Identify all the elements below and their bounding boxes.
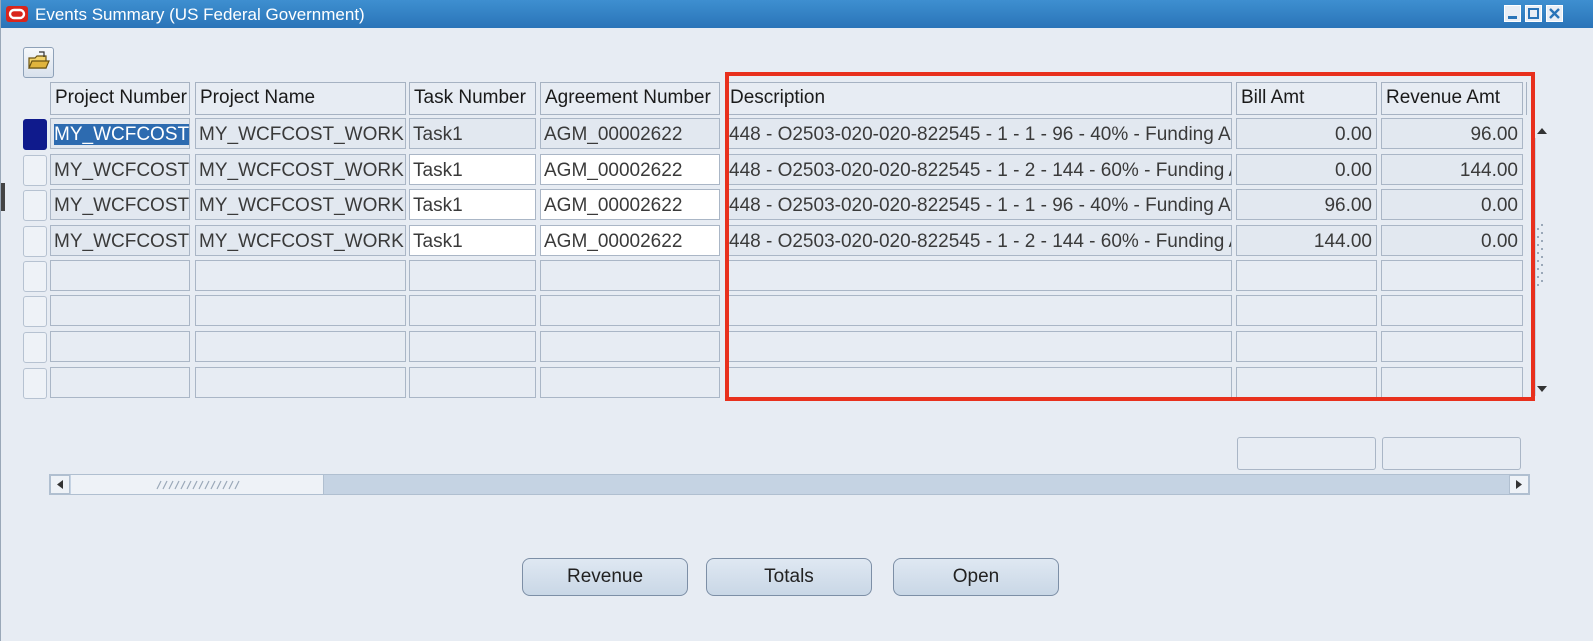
project-name-cell[interactable]: MY_WCFCOST_WORK bbox=[195, 225, 406, 256]
project-number-cell[interactable] bbox=[50, 331, 190, 362]
col-header-task-number[interactable]: Task Number bbox=[409, 82, 536, 115]
task-number-cell[interactable] bbox=[409, 367, 536, 398]
row-selector[interactable] bbox=[23, 332, 47, 363]
revenue-amt-cell[interactable] bbox=[1381, 331, 1523, 362]
revenue-amt-cell[interactable] bbox=[1381, 367, 1523, 398]
row-selector[interactable] bbox=[23, 296, 47, 327]
revenue-amt-total-field[interactable] bbox=[1382, 437, 1521, 470]
window-title: Events Summary (US Federal Government) bbox=[35, 5, 365, 24]
project-number-cell[interactable]: MY_WCFCOST bbox=[50, 154, 190, 185]
col-header-project-name[interactable]: Project Name bbox=[195, 82, 406, 115]
project-name-cell[interactable]: MY_WCFCOST_WORK bbox=[195, 189, 406, 220]
bill-amt-cell[interactable]: 0.00 bbox=[1236, 118, 1377, 149]
agreement-number-cell[interactable] bbox=[540, 260, 720, 291]
scroll-left-icon[interactable] bbox=[50, 475, 70, 494]
project-name-cell[interactable] bbox=[195, 367, 406, 398]
bill-amt-cell[interactable]: 144.00 bbox=[1236, 225, 1377, 256]
bill-amt-cell[interactable] bbox=[1236, 295, 1377, 326]
oracle-icon bbox=[6, 6, 28, 22]
description-cell[interactable]: 448 - O2503-020-020-822545 - 1 - 2 - 144… bbox=[725, 154, 1232, 185]
project-number-cell[interactable]: MY_WCFCOST bbox=[50, 189, 190, 220]
project-name-cell[interactable] bbox=[195, 260, 406, 291]
revenue-amt-cell[interactable]: 144.00 bbox=[1381, 154, 1523, 185]
totals-button[interactable]: Totals bbox=[706, 558, 872, 596]
col-header-revenue-amt[interactable]: Revenue Amt bbox=[1381, 82, 1523, 115]
description-cell[interactable] bbox=[725, 260, 1232, 291]
project-number-cell[interactable] bbox=[50, 260, 190, 291]
revenue-amt-cell[interactable] bbox=[1381, 295, 1523, 326]
description-cell[interactable] bbox=[725, 295, 1232, 326]
bill-amt-cell[interactable] bbox=[1236, 367, 1377, 398]
header-end-divider bbox=[1526, 82, 1531, 115]
col-header-bill-amt[interactable]: Bill Amt bbox=[1236, 82, 1377, 115]
open-button[interactable]: Open bbox=[893, 558, 1059, 596]
scroll-right-icon[interactable] bbox=[1509, 475, 1529, 494]
description-cell[interactable]: 448 - O2503-020-020-822545 - 1 - 2 - 144… bbox=[725, 225, 1232, 256]
description-cell[interactable]: 448 - O2503-020-020-822545 - 1 - 1 - 96 … bbox=[725, 118, 1232, 149]
project-name-cell[interactable] bbox=[195, 295, 406, 326]
row-selector[interactable] bbox=[23, 119, 47, 150]
revenue-amt-cell[interactable]: 96.00 bbox=[1381, 118, 1523, 149]
description-cell[interactable]: 448 - O2503-020-020-822545 - 1 - 1 - 96 … bbox=[725, 189, 1232, 220]
bill-amt-cell[interactable] bbox=[1236, 331, 1377, 362]
col-header-project-number[interactable]: Project Number bbox=[50, 82, 190, 115]
vertical-scrollbar[interactable] bbox=[1530, 118, 1554, 404]
agreement-number-cell[interactable] bbox=[540, 331, 720, 362]
row-selector[interactable] bbox=[23, 190, 47, 221]
maximize-icon[interactable] bbox=[1525, 5, 1542, 22]
horizontal-scroll-thumb[interactable] bbox=[71, 475, 324, 494]
revenue-amt-cell[interactable] bbox=[1381, 260, 1523, 291]
bill-amt-cell[interactable]: 96.00 bbox=[1236, 189, 1377, 220]
project-number-cell[interactable]: MY_WCFCOST bbox=[50, 118, 190, 149]
project-name-cell[interactable] bbox=[195, 331, 406, 362]
col-header-description[interactable]: Description bbox=[725, 82, 1232, 115]
revenue-amt-cell[interactable]: 0.00 bbox=[1381, 225, 1523, 256]
revenue-button[interactable]: Revenue bbox=[522, 558, 688, 596]
description-cell[interactable] bbox=[725, 367, 1232, 398]
row-selector[interactable] bbox=[23, 261, 47, 292]
horizontal-scrollbar[interactable] bbox=[49, 474, 1530, 495]
events-summary-window: Events Summary (US Federal Government) P… bbox=[0, 0, 1593, 641]
row-selector[interactable] bbox=[23, 368, 47, 399]
bill-amt-cell[interactable] bbox=[1236, 260, 1377, 291]
close-icon[interactable] bbox=[1546, 5, 1563, 22]
agreement-number-cell[interactable]: AGM_00002622 bbox=[540, 118, 720, 149]
col-header-agreement-number[interactable]: Agreement Number bbox=[540, 82, 720, 115]
project-name-cell[interactable]: MY_WCFCOST_WORK bbox=[195, 154, 406, 185]
bill-amt-total-field[interactable] bbox=[1237, 437, 1376, 470]
bill-amt-cell[interactable]: 0.00 bbox=[1236, 154, 1377, 185]
revenue-amt-cell[interactable]: 0.00 bbox=[1381, 189, 1523, 220]
project-number-cell[interactable]: MY_WCFCOST bbox=[50, 225, 190, 256]
agreement-number-cell[interactable]: AGM_00002622 bbox=[540, 154, 720, 185]
project-name-cell[interactable]: MY_WCFCOST_WORK bbox=[195, 118, 406, 149]
row-selector[interactable] bbox=[23, 155, 47, 186]
window-edge-marker bbox=[1, 183, 5, 211]
open-folder-button[interactable] bbox=[23, 47, 54, 78]
description-cell[interactable] bbox=[725, 331, 1232, 362]
agreement-number-cell[interactable]: AGM_00002622 bbox=[540, 189, 720, 220]
row-selector[interactable] bbox=[23, 226, 47, 257]
project-number-cell[interactable] bbox=[50, 295, 190, 326]
project-number-cell[interactable] bbox=[50, 367, 190, 398]
task-number-cell[interactable] bbox=[409, 331, 536, 362]
vertical-scrollbar-graphic bbox=[1530, 118, 1547, 404]
task-number-cell[interactable] bbox=[409, 295, 536, 326]
task-number-cell[interactable]: Task1 bbox=[409, 225, 536, 256]
agreement-number-cell[interactable]: AGM_00002622 bbox=[540, 225, 720, 256]
open-folder-icon bbox=[28, 51, 50, 69]
task-number-cell[interactable]: Task1 bbox=[409, 189, 536, 220]
task-number-cell[interactable]: Task1 bbox=[409, 154, 536, 185]
minimize-icon[interactable] bbox=[1504, 5, 1521, 22]
agreement-number-cell[interactable] bbox=[540, 295, 720, 326]
agreement-number-cell[interactable] bbox=[540, 367, 720, 398]
task-number-cell[interactable] bbox=[409, 260, 536, 291]
task-number-cell[interactable]: Task1 bbox=[409, 118, 536, 149]
title-bar: Events Summary (US Federal Government) bbox=[1, 0, 1593, 28]
